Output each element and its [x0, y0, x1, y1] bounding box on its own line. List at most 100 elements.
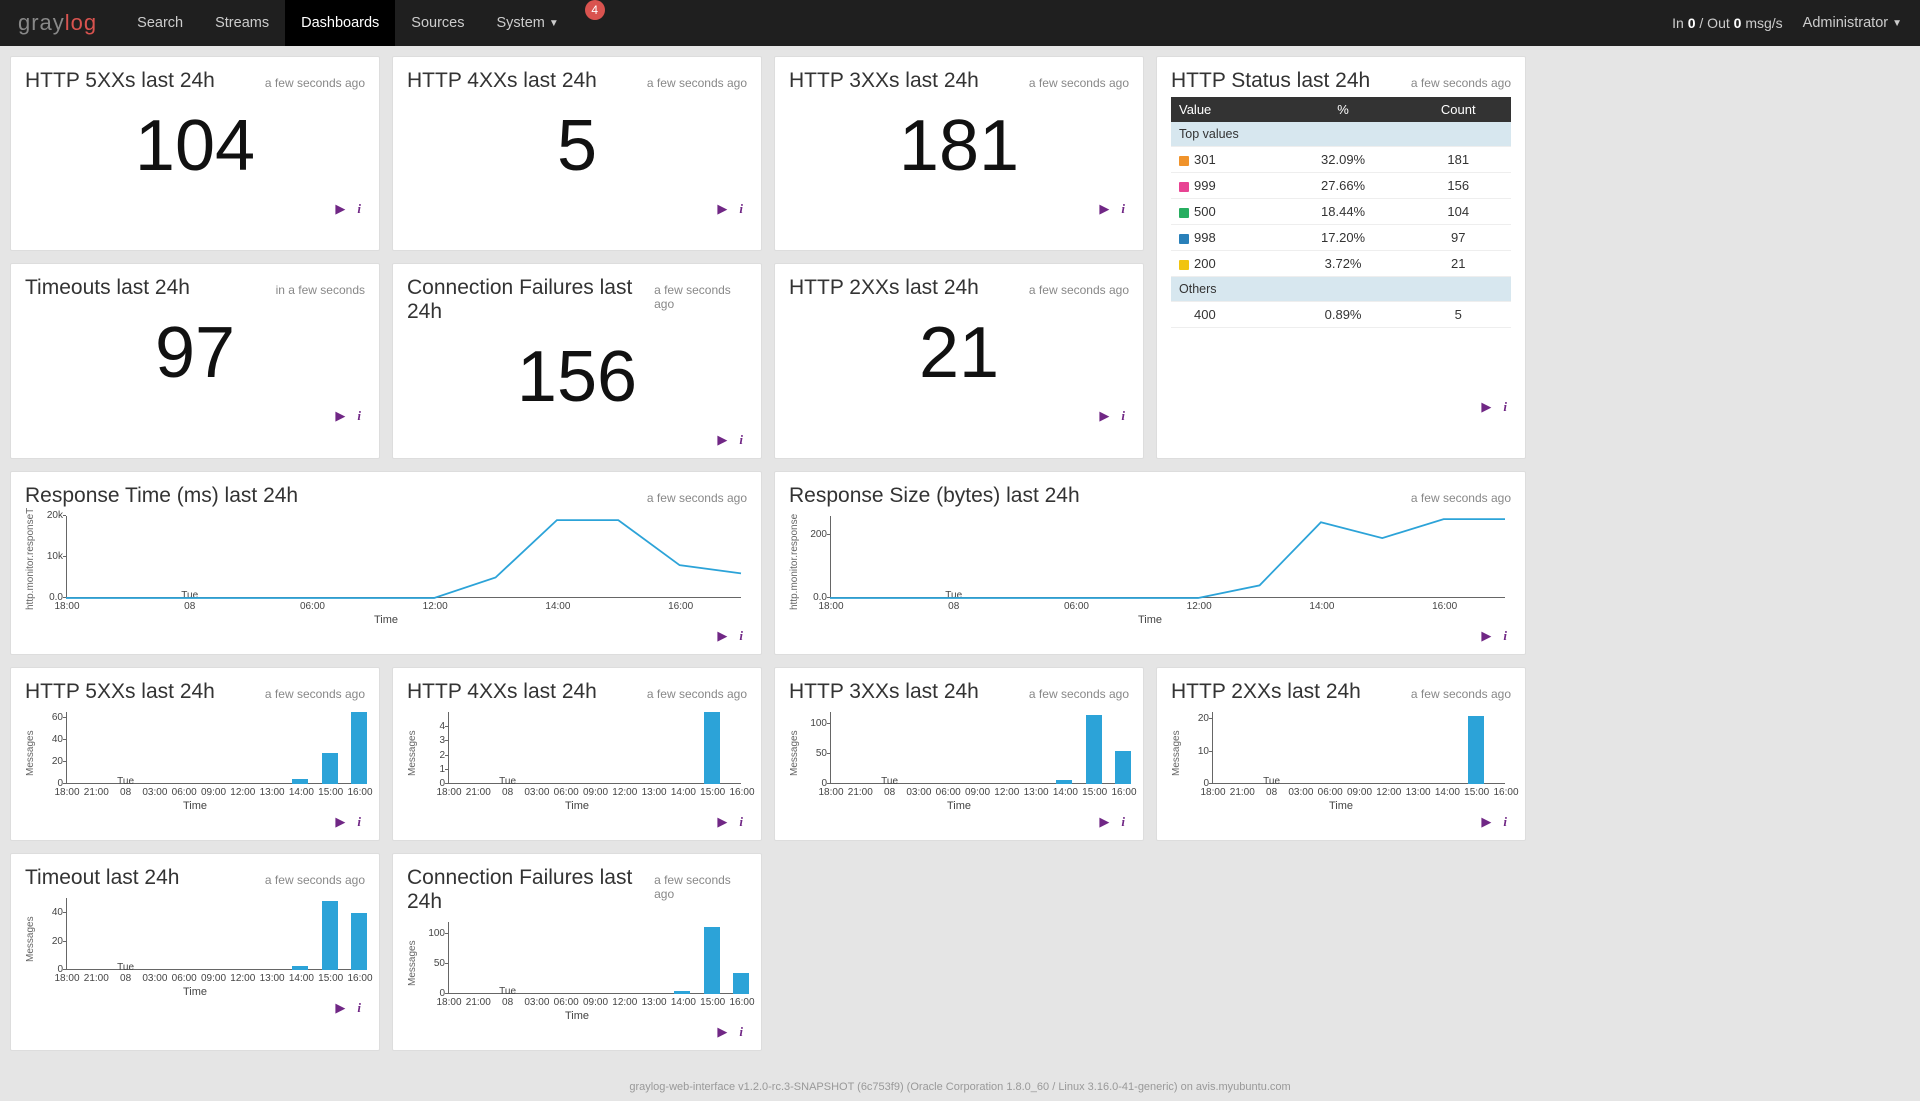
widget-value: 5: [407, 97, 747, 199]
info-icon[interactable]: i: [739, 814, 743, 830]
table-row[interactable]: 4000.89%5: [1171, 302, 1511, 328]
table-row[interactable]: 99817.20%97: [1171, 225, 1511, 251]
widget-title: Connection Failures last 24h: [407, 866, 654, 914]
nav-system[interactable]: System ▼: [481, 0, 575, 46]
widget-4xx-bar: HTTP 4XXs last 24ha few seconds ago Mess…: [392, 667, 762, 841]
widget-connfail-bar: Connection Failures last 24ha few second…: [392, 853, 762, 1051]
widget-title: HTTP 5XXs last 24h: [25, 69, 215, 93]
widget-value: 21: [789, 304, 1129, 406]
widget-title: HTTP 2XXs last 24h: [789, 276, 979, 300]
play-icon[interactable]: ▶: [1481, 628, 1491, 644]
widget-title: Timeouts last 24h: [25, 276, 190, 300]
y-axis-label: Messages: [25, 708, 36, 798]
info-icon[interactable]: i: [739, 432, 743, 448]
table-row[interactable]: 2003.72%21: [1171, 251, 1511, 277]
widget-title: HTTP 2XXs last 24h: [1171, 680, 1361, 704]
info-icon[interactable]: i: [1503, 399, 1507, 415]
info-icon[interactable]: i: [357, 408, 361, 424]
nav-streams[interactable]: Streams: [199, 0, 285, 46]
nav-system-label: System: [497, 15, 545, 31]
play-icon[interactable]: ▶: [335, 201, 345, 217]
status-table: Value % Count Top values30132.09%1819992…: [1171, 97, 1511, 328]
x-axis-label: Time: [25, 800, 365, 812]
info-icon[interactable]: i: [1121, 201, 1125, 217]
widget-title: Response Time (ms) last 24h: [25, 484, 298, 508]
play-icon[interactable]: ▶: [717, 201, 727, 217]
info-icon[interactable]: i: [739, 628, 743, 644]
caret-down-icon: ▼: [549, 18, 559, 29]
widget-time: a few seconds ago: [654, 283, 747, 311]
widget-response-size-chart: Response Size (bytes) last 24ha few seco…: [774, 471, 1526, 655]
admin-menu[interactable]: Administrator ▼: [1803, 15, 1902, 31]
col-count: Count: [1406, 97, 1511, 122]
brand-suffix: log: [65, 10, 97, 35]
info-icon[interactable]: i: [357, 201, 361, 217]
play-icon[interactable]: ▶: [1481, 399, 1491, 415]
info-icon[interactable]: i: [1121, 814, 1125, 830]
play-icon[interactable]: ▶: [1099, 408, 1109, 424]
widget-2xx-bar: HTTP 2XXs last 24ha few seconds ago Mess…: [1156, 667, 1526, 841]
widget-value: 97: [25, 304, 365, 406]
top-navbar: graylog Search Streams Dashboards Source…: [0, 0, 1920, 46]
line-chart: 0.020018:00Tue 0806:0012:0014:0016:00: [800, 512, 1511, 612]
y-axis-label: Messages: [407, 918, 418, 1008]
widget-connfail-count: Connection Failures last 24ha few second…: [392, 263, 762, 459]
table-row[interactable]: 30132.09%181: [1171, 147, 1511, 173]
x-axis-label: Time: [25, 614, 747, 626]
info-icon[interactable]: i: [1503, 814, 1507, 830]
table-row[interactable]: 99927.66%156: [1171, 173, 1511, 199]
play-icon[interactable]: ▶: [335, 1000, 345, 1016]
brand-logo[interactable]: graylog: [18, 10, 97, 36]
page-footer: graylog-web-interface v1.2.0-rc.3-SNAPSH…: [0, 1061, 1920, 1101]
info-icon[interactable]: i: [1121, 408, 1125, 424]
bar-chart: 05010018:0021:00Tue 0803:0006:0009:0012:…: [418, 918, 747, 1008]
widget-time: a few seconds ago: [647, 76, 747, 90]
widget-time: a few seconds ago: [647, 491, 747, 505]
y-axis-label: Messages: [25, 894, 36, 984]
y-axis-label: http.monitor.responseT: [25, 512, 36, 612]
admin-label: Administrator: [1803, 15, 1888, 31]
notification-badge[interactable]: 4: [585, 0, 605, 20]
y-axis-label: http.monitor.response: [789, 512, 800, 612]
table-row[interactable]: 50018.44%104: [1171, 199, 1511, 225]
nav-right: In 0 / Out 0 msg/s Administrator ▼: [1672, 15, 1902, 31]
widget-http-status-table: HTTP Status last 24ha few seconds ago Va…: [1156, 56, 1526, 459]
widget-value: 104: [25, 97, 365, 199]
widget-http-4xx-count: HTTP 4XXs last 24ha few seconds ago 5 ▶i: [392, 56, 762, 251]
widget-time: a few seconds ago: [1411, 687, 1511, 701]
widget-response-time-chart: Response Time (ms) last 24h a few seconds…: [10, 471, 762, 655]
x-axis-label: Time: [789, 614, 1511, 626]
nav-links: Search Streams Dashboards Sources System…: [121, 0, 605, 46]
bar-chart: 0102018:0021:00Tue 0803:0006:0009:0012:0…: [1182, 708, 1511, 798]
x-axis-label: Time: [407, 1010, 747, 1022]
info-icon[interactable]: i: [357, 814, 361, 830]
widget-title: Response Size (bytes) last 24h: [789, 484, 1080, 508]
widget-timeouts-count: Timeouts last 24h in a few seconds 97 ▶ i: [10, 263, 380, 459]
play-icon[interactable]: ▶: [717, 432, 727, 448]
play-icon[interactable]: ▶: [1481, 814, 1491, 830]
play-icon[interactable]: ▶: [717, 628, 727, 644]
widget-title: HTTP Status last 24h: [1171, 69, 1370, 93]
info-icon[interactable]: i: [1503, 628, 1507, 644]
widget-title: Timeout last 24h: [25, 866, 179, 890]
nav-dashboards[interactable]: Dashboards: [285, 0, 395, 46]
nav-sources[interactable]: Sources: [395, 0, 480, 46]
x-axis-label: Time: [407, 800, 747, 812]
widget-timeout-bar: Timeout last 24ha few seconds ago Messag…: [10, 853, 380, 1051]
col-pct: %: [1281, 97, 1406, 122]
info-icon[interactable]: i: [357, 1000, 361, 1016]
info-icon[interactable]: i: [739, 1024, 743, 1040]
widget-title: HTTP 5XXs last 24h: [25, 680, 215, 704]
play-icon[interactable]: ▶: [335, 814, 345, 830]
nav-search[interactable]: Search: [121, 0, 199, 46]
x-axis-label: Time: [1171, 800, 1511, 812]
bar-chart: 0123418:0021:00Tue 0803:0006:0009:0012:0…: [418, 708, 747, 798]
play-icon[interactable]: ▶: [717, 814, 727, 830]
play-icon[interactable]: ▶: [1099, 201, 1109, 217]
widget-time: in a few seconds: [276, 283, 365, 297]
line-chart: 0.010k20k18:00Tue 0806:0012:0014:0016:00: [36, 512, 747, 612]
info-icon[interactable]: i: [739, 201, 743, 217]
play-icon[interactable]: ▶: [717, 1024, 727, 1040]
play-icon[interactable]: ▶: [335, 408, 345, 424]
play-icon[interactable]: ▶: [1099, 814, 1109, 830]
